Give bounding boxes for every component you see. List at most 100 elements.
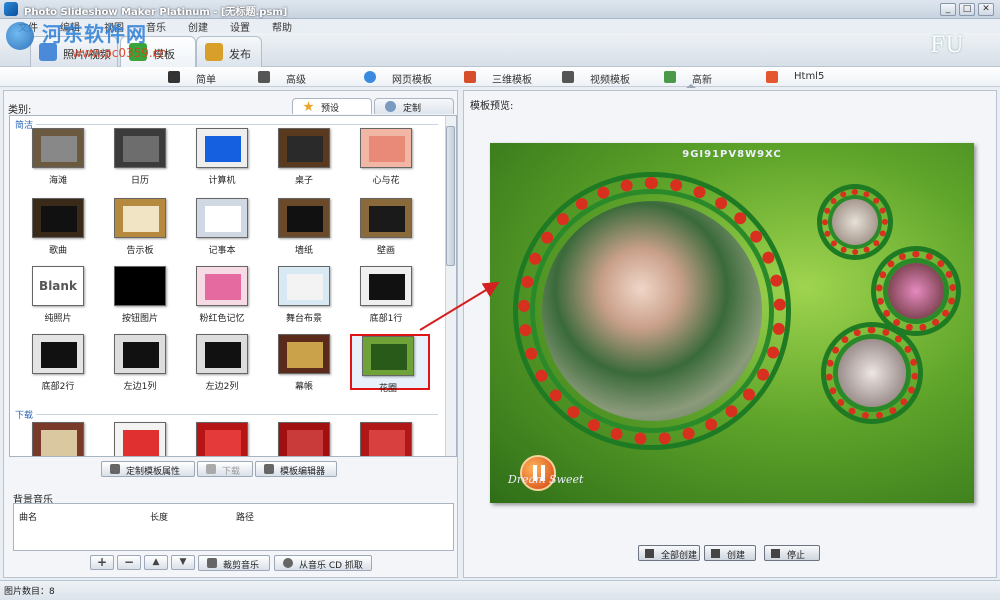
- move-up-button[interactable]: ▲: [144, 555, 168, 570]
- tab-custom[interactable]: 定制: [374, 98, 454, 114]
- custom-icon: [385, 101, 396, 112]
- template-item[interactable]: [22, 422, 102, 456]
- tool-label: 视频模板: [590, 75, 630, 86]
- menu-file[interactable]: 文件: [18, 19, 38, 34]
- template-item[interactable]: [104, 422, 184, 456]
- thumbnail-inner: [205, 206, 241, 232]
- tab-publish[interactable]: 发布: [196, 36, 262, 67]
- template-properties-button[interactable]: 定制模板属性: [101, 461, 195, 477]
- template-item[interactable]: 左边1列: [104, 334, 184, 392]
- thumbnail-inner: [123, 136, 159, 162]
- button-label: 裁剪音乐: [223, 561, 260, 571]
- template-thumbnail: [114, 266, 166, 306]
- template-item[interactable]: Blank 纯照片: [22, 266, 102, 324]
- trim-music-button[interactable]: 裁剪音乐: [198, 555, 270, 571]
- thumbnail-inner: [41, 342, 77, 368]
- remove-music-button[interactable]: −: [117, 555, 141, 570]
- template-item[interactable]: 墙纸: [268, 198, 348, 256]
- template-item[interactable]: 壁画: [350, 198, 430, 256]
- grid-scrollbar[interactable]: [445, 116, 456, 456]
- scroll-thumb[interactable]: [446, 126, 455, 266]
- small-photo-2: [888, 263, 944, 319]
- template-item[interactable]: 幕帳: [268, 334, 348, 392]
- rip-cd-button[interactable]: 从音乐 CD 抓取: [274, 555, 372, 571]
- stop-button[interactable]: 停止: [764, 545, 820, 561]
- thumbnail-inner: [41, 136, 77, 162]
- create-all-icon: [645, 549, 654, 558]
- template-preview: 9GI91PV8W9XC Dream Sweet: [490, 143, 974, 503]
- create-all-button[interactable]: 全部创建: [638, 545, 700, 561]
- preview-code: 9GI91PV8W9XC: [682, 149, 782, 160]
- template-item[interactable]: 告示板: [104, 198, 184, 256]
- template-label: 幕帳: [294, 382, 313, 392]
- menu-help[interactable]: 帮助: [272, 19, 292, 34]
- template-label: 海滩: [48, 176, 67, 186]
- template-label: 按钮图片: [121, 314, 158, 324]
- thumbnail-inner: [205, 430, 241, 456]
- tab-photo-video[interactable]: 照片/视频: [30, 36, 118, 67]
- template-thumbnail: [360, 198, 412, 238]
- move-down-button[interactable]: ▼: [171, 555, 195, 570]
- template-item[interactable]: 按钮图片: [104, 266, 184, 324]
- template-thumbnail: [114, 198, 166, 238]
- active-tool-caret: [686, 84, 696, 88]
- template-item[interactable]: 桌子: [268, 128, 348, 186]
- create-icon: [711, 549, 720, 558]
- star-icon: [303, 101, 314, 112]
- template-item[interactable]: 记事本: [186, 198, 266, 256]
- template-item[interactable]: 底部1行: [350, 266, 430, 324]
- window-title: Photo Slideshow Maker Platinum - [无标题.ps…: [24, 7, 288, 18]
- template-item[interactable]: 粉红色记忆: [186, 266, 266, 324]
- template-item[interactable]: [186, 422, 266, 456]
- template-item[interactable]: [268, 422, 348, 456]
- menu-view[interactable]: 视图: [104, 19, 124, 34]
- create-button[interactable]: 创建: [704, 545, 756, 561]
- template-label: 左边2列: [205, 382, 239, 392]
- stop-icon: [771, 549, 780, 558]
- column-header-path[interactable]: 路径: [236, 510, 254, 523]
- thumbnail-inner: [123, 274, 159, 300]
- tab-template[interactable]: 模板: [120, 36, 196, 67]
- menu-create[interactable]: 创建: [188, 19, 208, 34]
- thumbnail-inner: [369, 206, 405, 232]
- preview-panel: 模板预览: 9GI91PV8W9XC Dream Sweet 全部创建 创建 停…: [463, 90, 997, 578]
- thumbnail-inner: [287, 206, 323, 232]
- template-label: 左边1列: [123, 382, 157, 392]
- style-toolbar: 简单 高级 网页模板 三维模板 视频模板 高新 Html5: [0, 67, 1000, 87]
- template-thumbnail: [196, 266, 248, 306]
- music-table[interactable]: 曲名 长度 路径: [13, 503, 454, 551]
- thumbnail-inner: [41, 430, 77, 456]
- template-grid: 简洁 海滩 日历 计算机 桌子 心与花 歌曲 告示板 记事本 墙纸 壁画 Blank 纯照片 按钮图片粉…: [9, 115, 457, 457]
- thumbnail-inner: [41, 206, 77, 232]
- menu-edit[interactable]: 编辑: [60, 19, 80, 34]
- download-button[interactable]: 下载: [197, 461, 253, 477]
- menu-music[interactable]: 音乐: [146, 19, 166, 34]
- template-item[interactable]: 日历: [104, 128, 184, 186]
- template-item[interactable]: 海滩: [22, 128, 102, 186]
- add-music-button[interactable]: +: [90, 555, 114, 570]
- template-item[interactable]: 左边2列: [186, 334, 266, 392]
- template-item[interactable]: 花圈: [350, 334, 430, 394]
- button-label: 创建: [727, 551, 746, 561]
- template-thumbnail: [360, 128, 412, 168]
- column-header-length[interactable]: 长度: [150, 510, 168, 523]
- template-thumbnail: [114, 422, 166, 456]
- template-item[interactable]: [350, 422, 430, 456]
- template-editor-button[interactable]: 模板编辑器: [255, 461, 337, 477]
- template-label: 舞台布景: [285, 314, 322, 324]
- template-item[interactable]: 舞台布景: [268, 266, 348, 324]
- template-item[interactable]: 底部2行: [22, 334, 102, 392]
- minimize-button[interactable]: _: [940, 3, 956, 16]
- close-button[interactable]: ✕: [978, 3, 994, 16]
- template-item[interactable]: 心与花: [350, 128, 430, 186]
- maximize-button[interactable]: □: [959, 3, 975, 16]
- column-header-title[interactable]: 曲名: [19, 510, 37, 523]
- tab-preset[interactable]: 预设: [292, 98, 372, 114]
- template-item[interactable]: 计算机: [186, 128, 266, 186]
- template-label: 墙纸: [294, 246, 313, 256]
- publish-icon: [205, 43, 223, 61]
- menu-settings[interactable]: 设置: [230, 19, 250, 34]
- template-item[interactable]: 歌曲: [22, 198, 102, 256]
- small-photo-3: [838, 339, 906, 407]
- photo-icon: [39, 43, 57, 61]
